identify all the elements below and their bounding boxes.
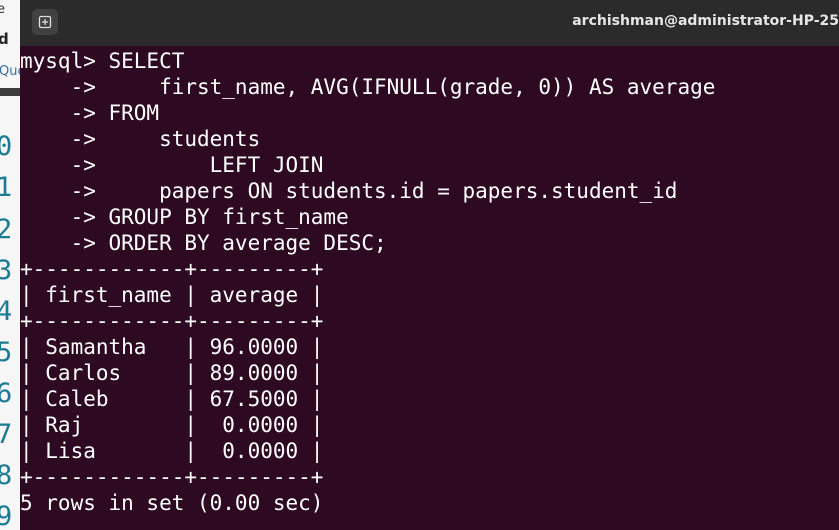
terminal-line: -> first_name, AVG(IFNULL(grade, 0)) AS … [20,75,716,99]
new-tab-button[interactable] [32,9,58,35]
editor-line-number: 2 [0,214,13,245]
editor-line-number: 5 [0,337,13,368]
terminal-line-prompt: mysql> SELECT [20,49,185,73]
background-toolbar-divider [0,88,20,96]
result-table-row: | Lisa | 0.0000 | [20,439,324,463]
terminal-line: -> GROUP BY first_name [20,205,349,229]
result-table-row: | Carlos | 89.0000 | [20,361,324,385]
result-table-row: | Caleb | 67.5000 | [20,387,324,411]
terminal-line: -> students [20,127,261,151]
terminal-header-bar: archishman@administrator-HP-25 [20,0,839,46]
terminal-line: -> ORDER BY average DESC; [20,231,387,255]
editor-line-number: 0 [0,131,13,162]
result-table-border: +------------+---------+ [20,465,324,489]
terminal-line: -> papers ON students.id = papers.studen… [20,179,678,203]
editor-line-number: 7 [0,419,13,450]
result-table-header: | first_name | average | [20,283,324,307]
background-partial-tab-label: d [0,30,9,48]
terminal-line: -> LEFT JOIN [20,153,324,177]
result-table-row: | Samantha | 96.0000 | [20,335,324,359]
result-table-border: +------------+---------+ [20,257,324,281]
terminal-window-title: archishman@administrator-HP-25 [572,13,839,29]
result-summary: 5 rows in set (0.00 sec) [20,491,324,515]
background-partial-label: e [0,2,5,17]
editor-line-number: 8 [0,460,13,491]
terminal-line: -> FROM [20,101,160,125]
editor-line-number: 6 [0,378,13,409]
editor-line-number: 1 [0,172,13,203]
editor-line-number: 9 [0,501,13,530]
result-table-row: | Raj | 0.0000 | [20,413,324,437]
result-table-border: +------------+---------+ [20,309,324,333]
new-tab-icon [38,15,52,29]
background-query-tab-label[interactable]: Que [0,64,20,79]
background-editor-window: e d Que 0 1 2 3 4 5 6 7 8 9 [0,0,20,530]
terminal-output[interactable]: mysql> SELECT -> first_name, AVG(IFNULL(… [20,48,839,530]
screen: e d Que 0 1 2 3 4 5 6 7 8 9 archishman@a… [0,0,839,530]
editor-line-number: 3 [0,255,13,286]
editor-line-number: 4 [0,296,13,327]
